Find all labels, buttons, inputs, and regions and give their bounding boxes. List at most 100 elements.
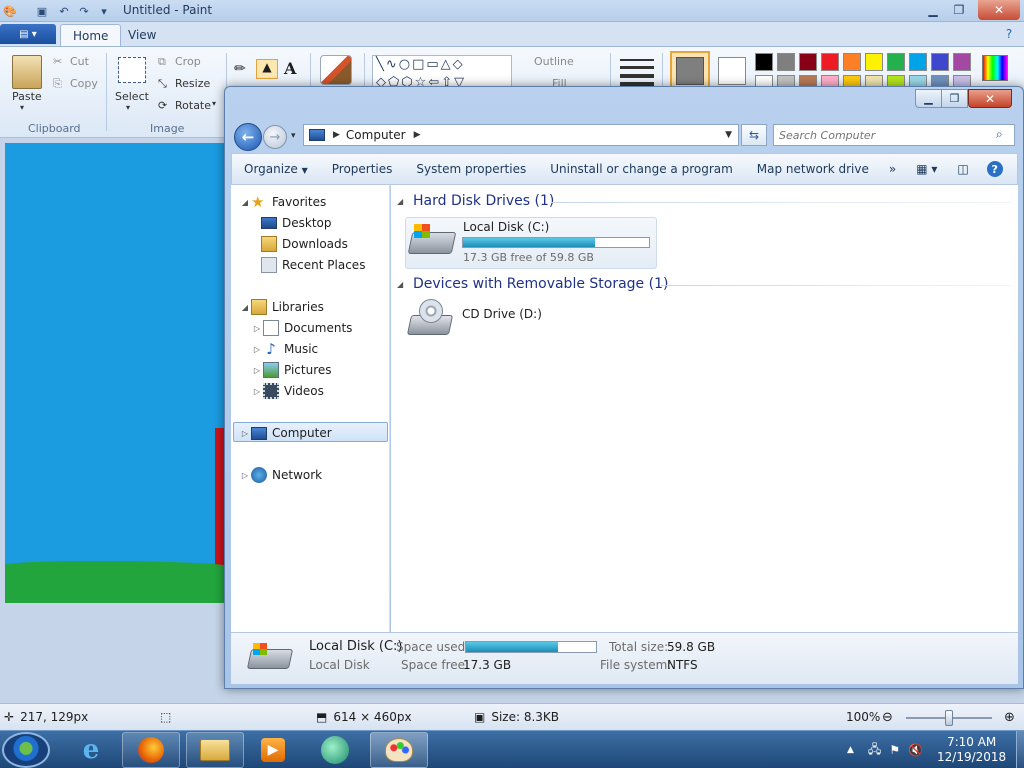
explorer-minimize-button[interactable]: ▁ [915, 89, 942, 108]
internet-explorer-taskbar-button[interactable]: e [62, 732, 120, 768]
more-commands-button[interactable]: » [881, 162, 904, 176]
collapse-arrow-icon[interactable]: ◢ [239, 198, 251, 207]
organize-button[interactable]: Organize ▼ [232, 162, 320, 176]
help-icon[interactable]: ? [996, 24, 1022, 44]
nav-item-videos[interactable]: ▷ Videos [251, 382, 324, 400]
paste-dropdown-icon[interactable]: ▾ [20, 103, 24, 112]
nav-item-music[interactable]: ▷ ♪ Music [251, 340, 318, 358]
customize-qat-icon[interactable]: ▾ [96, 3, 112, 19]
network-tray-icon[interactable]: 🖧 [868, 740, 881, 761]
color2-selector[interactable] [718, 57, 746, 85]
search-box[interactable]: ⌕ [773, 124, 1015, 146]
expand-arrow-icon[interactable]: ▷ [251, 324, 263, 333]
explorer-close-button[interactable]: ✕ [968, 89, 1012, 108]
uninstall-program-button[interactable]: Uninstall or change a program [538, 162, 745, 176]
local-disk-item[interactable]: Local Disk (C:) 17.3 GB free of 59.8 GB [405, 217, 657, 269]
group-hard-disk-drives[interactable]: Hard Disk Drives (1) [413, 193, 554, 209]
group-collapse-icon[interactable]: ◢ [397, 197, 403, 206]
resize-button[interactable]: Resize [175, 77, 210, 90]
show-hidden-icons-button[interactable]: ▲ [847, 745, 854, 755]
expand-arrow-icon[interactable]: ▷ [251, 387, 263, 396]
color1-selector[interactable] [670, 51, 710, 91]
recent-pages-dropdown[interactable]: ▾ [291, 131, 296, 141]
back-button[interactable]: ← [234, 123, 262, 151]
redo-icon[interactable]: ↷ [76, 3, 92, 19]
nav-item-pictures[interactable]: ▷ Pictures [251, 361, 332, 379]
nav-item-favorites[interactable]: ◢ ★ Favorites [239, 193, 326, 211]
paint-file-menu-button[interactable]: ▤ ▾ [0, 24, 56, 44]
paste-icon[interactable] [12, 55, 42, 89]
expand-arrow-icon[interactable]: ▷ [239, 429, 251, 438]
drawing-canvas[interactable] [5, 143, 231, 603]
color-swatch[interactable] [953, 53, 971, 71]
change-view-icon[interactable]: ▦ ▾ [912, 162, 941, 176]
color-swatch[interactable] [931, 53, 949, 71]
explorer-help-icon[interactable]: ? [986, 161, 1003, 177]
nav-item-network[interactable]: ▷ Network [239, 466, 322, 484]
tab-home[interactable]: Home [60, 24, 122, 46]
copy-button[interactable]: Copy [70, 77, 98, 90]
search-icon[interactable]: ⌕ [996, 127, 1003, 142]
resize-icon[interactable]: ⤡ [158, 77, 167, 91]
volume-muted-icon[interactable]: 🔇 [908, 743, 923, 757]
rotate-dropdown-icon[interactable]: ▾ [212, 99, 216, 108]
refresh-button[interactable]: ⇆ [741, 124, 767, 146]
zoom-slider-thumb[interactable] [945, 710, 953, 726]
fill-bucket-icon[interactable]: ▲ [256, 59, 278, 79]
nav-item-downloads[interactable]: Downloads [261, 235, 348, 253]
expand-arrow-icon[interactable]: ▷ [251, 366, 263, 375]
nav-item-recent-places[interactable]: Recent Places [261, 256, 365, 274]
color-swatch[interactable] [909, 53, 927, 71]
brushes-icon[interactable] [320, 55, 352, 85]
properties-button[interactable]: Properties [320, 162, 405, 176]
color-swatch[interactable] [755, 53, 773, 71]
select-icon[interactable] [118, 57, 146, 83]
cd-drive-item[interactable]: CD Drive (D:) [405, 297, 565, 343]
paste-button[interactable]: Paste [12, 90, 42, 103]
app-taskbar-button[interactable] [306, 732, 364, 768]
pencil-icon[interactable]: ✏ [234, 61, 246, 77]
color-swatch[interactable] [777, 53, 795, 71]
size-icon[interactable] [620, 57, 654, 87]
zoom-in-button[interactable]: ⊕ [1004, 710, 1015, 725]
cut-button[interactable]: Cut [70, 55, 89, 68]
start-button[interactable] [2, 732, 50, 768]
color-swatch[interactable] [821, 53, 839, 71]
paint-app-icon[interactable]: 🎨 [2, 3, 18, 19]
save-icon[interactable]: ▣ [34, 3, 50, 19]
group-removable-storage[interactable]: Devices with Removable Storage (1) [413, 276, 668, 292]
color-swatch[interactable] [865, 53, 883, 71]
select-button[interactable]: Select [115, 90, 149, 103]
explorer-taskbar-button[interactable] [186, 732, 244, 768]
breadcrumb-chevron-icon[interactable]: ▶ [414, 130, 421, 140]
nav-item-libraries[interactable]: ◢ Libraries [239, 298, 324, 316]
select-dropdown-icon[interactable]: ▾ [126, 103, 130, 112]
nav-item-computer[interactable]: ▷ Computer [239, 424, 332, 442]
copy-icon[interactable]: ⎘ [53, 77, 62, 91]
expand-arrow-icon[interactable]: ▷ [251, 345, 263, 354]
group-collapse-icon[interactable]: ◢ [397, 280, 403, 289]
edit-colors-icon[interactable] [982, 55, 1008, 81]
undo-icon[interactable]: ↶ [56, 3, 72, 19]
crop-icon[interactable]: ⧉ [158, 55, 166, 69]
paint-taskbar-button[interactable] [370, 732, 428, 768]
show-desktop-button[interactable] [1016, 731, 1024, 768]
outline-button[interactable]: Outline [534, 55, 574, 68]
breadcrumb-computer[interactable]: Computer [346, 128, 406, 142]
address-dropdown-icon[interactable]: ▼ [725, 130, 732, 140]
clock[interactable]: 7:10 AM 12/19/2018 [937, 735, 1006, 765]
crop-button[interactable]: Crop [175, 55, 201, 68]
preview-pane-icon[interactable]: ◫ [953, 162, 972, 176]
nav-item-desktop[interactable]: Desktop [261, 214, 332, 232]
address-bar[interactable]: ▶ Computer ▶ ▼ [303, 124, 739, 146]
expand-arrow-icon[interactable]: ▷ [239, 471, 251, 480]
tab-view[interactable]: View [116, 24, 168, 46]
paint-maximize-button[interactable]: ❐ [946, 0, 972, 20]
explorer-maximize-button[interactable]: ❐ [941, 89, 968, 108]
system-properties-button[interactable]: System properties [404, 162, 538, 176]
rotate-icon[interactable]: ⟳ [158, 99, 167, 112]
rotate-button[interactable]: Rotate [175, 99, 211, 112]
paint-close-button[interactable]: ✕ [978, 0, 1020, 20]
cut-icon[interactable]: ✂ [53, 55, 62, 68]
color-swatch[interactable] [887, 53, 905, 71]
